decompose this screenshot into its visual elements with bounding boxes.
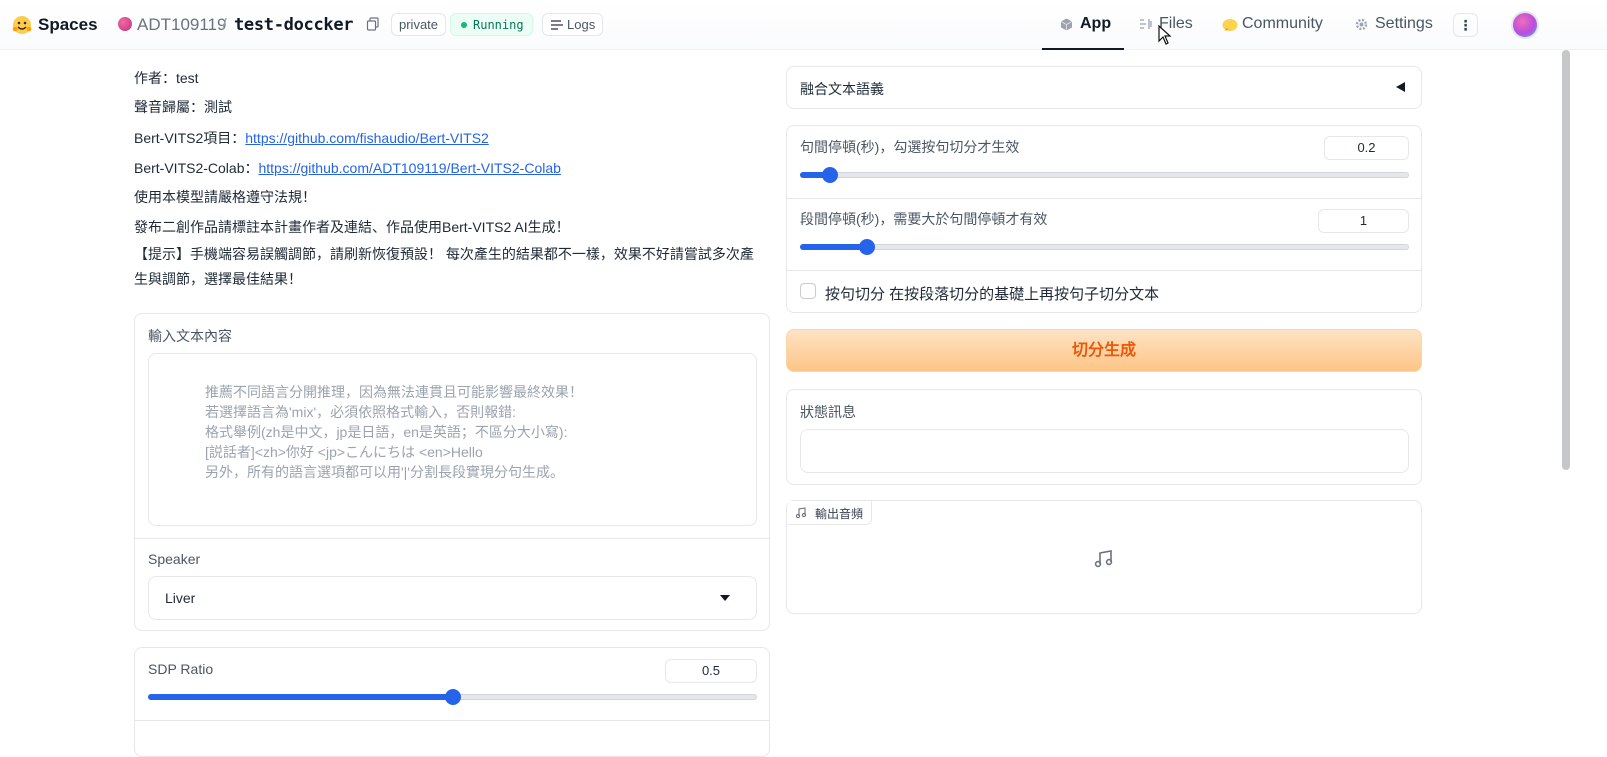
user-avatar[interactable] (1511, 11, 1539, 39)
slider-fill (148, 694, 453, 700)
divider (787, 198, 1421, 199)
audio-output-label: 輸出音頻 (788, 501, 873, 525)
sdp-ratio-label: SDP Ratio (148, 661, 214, 677)
intro-bert-line: Bert-VITS2項目：https://github.com/fishaudi… (134, 128, 489, 148)
sentence-pause-slider[interactable] (800, 167, 1409, 183)
input-text-label: 輸入文本內容 (148, 328, 232, 344)
owner-link[interactable]: ADT109119 (137, 15, 226, 35)
intro-tip: 【提示】手機端容易誤觸調節，請刷新恢復預設！ 每次產生的結果都不一樣，效果不好請… (134, 246, 754, 287)
intro-colab-line: Bert-VITS2-Colab：https://github.com/ADT1… (134, 158, 561, 178)
music-note-icon (796, 507, 806, 518)
caret-left-icon[interactable] (1396, 82, 1405, 92)
sdp-ratio-slider[interactable] (148, 689, 757, 705)
slider-track (800, 172, 1409, 178)
divider (135, 720, 769, 721)
paragraph-pause-input[interactable]: 1 (1318, 209, 1409, 233)
owner-avatar (118, 17, 132, 31)
speaker-value: Liver (165, 590, 196, 606)
slider-thumb[interactable] (444, 689, 461, 705)
gear-icon (1355, 18, 1368, 31)
slider-track (800, 244, 1409, 250)
tab-app-label: App (1080, 15, 1112, 32)
slider-thumb[interactable] (822, 167, 839, 183)
bert-prefix: Bert-VITS2項目： (134, 130, 246, 146)
tab-app[interactable]: App (1060, 15, 1112, 33)
text-input-placeholder: 推薦不同語言分開推理，因為無法連貫且可能影響最終效果！ 若選擇語言為'mix'，… (205, 384, 583, 480)
mouse-cursor-icon (1158, 25, 1172, 45)
text-input[interactable]: 推薦不同語言分開推理，因為無法連貫且可能影響最終效果！ 若選擇語言為'mix'，… (148, 353, 757, 526)
sentence-pause-input[interactable]: 0.2 (1324, 136, 1409, 160)
chevron-down-icon (720, 595, 730, 601)
status-label: 狀態訊息 (800, 404, 856, 420)
colab-prefix: Bert-VITS2-Colab： (134, 160, 259, 176)
fusion-accordion-label: 融合文本語義 (800, 81, 884, 97)
tab-community-label: Community (1242, 15, 1323, 32)
divider (787, 270, 1421, 271)
copy-icon[interactable] (366, 17, 380, 31)
intro-voice: 聲音歸屬：測試 (134, 99, 232, 115)
slider-thumb[interactable] (858, 239, 875, 255)
active-tab-indicator (1042, 48, 1124, 50)
intro-credit: 發布二創作品請標註本計畫作者及連結、作品使用Bert-VITS2 AI生成！ (134, 219, 570, 235)
speaker-label: Speaker (148, 551, 201, 567)
split-sentence-label[interactable]: 按句切分 在按段落切分的基礎上再按句子切分文本 (825, 283, 1159, 304)
page-scrollbar[interactable] (1562, 50, 1570, 470)
top-bar: Spaces ADT109119 / test-doccker private … (0, 0, 1607, 50)
path-separator: / (222, 15, 227, 34)
paragraph-pause-label: 段間停頓(秒)，需要大於句間停頓才有效 (800, 211, 1048, 227)
music-note-icon (1094, 550, 1113, 568)
status-text: Running (473, 18, 524, 32)
speaker-select[interactable]: Liver (148, 576, 757, 620)
tab-settings-label: Settings (1375, 15, 1433, 32)
community-icon (1222, 19, 1238, 31)
status-badge[interactable]: Running (450, 13, 533, 36)
sdp-panel: SDP Ratio 0.5 (134, 647, 770, 757)
logs-icon (551, 20, 563, 30)
pause-settings-panel: 句間停頓(秒)，勾選按句切分才生效 0.2 段間停頓(秒)，需要大於句間停頓才有… (786, 125, 1422, 313)
slider-fill (800, 244, 867, 250)
spaces-link[interactable]: Spaces (38, 15, 98, 35)
running-dot-icon (461, 22, 467, 28)
input-panel: 輸入文本內容 推薦不同語言分開推理，因為無法連貫且可能影響最終效果！ 若選擇語言… (134, 313, 770, 631)
paragraph-pause-slider[interactable] (800, 239, 1409, 255)
logs-button[interactable]: Logs (542, 13, 604, 36)
visibility-badge: private (391, 13, 447, 36)
fusion-accordion[interactable]: 融合文本語義 (786, 66, 1422, 109)
repo-name-link[interactable]: test-doccker (234, 15, 354, 35)
colab-link[interactable]: https://github.com/ADT109119/Bert-VITS2-… (258, 160, 560, 176)
split-generate-button[interactable]: 切分生成 (786, 329, 1422, 372)
tab-settings[interactable]: Settings (1355, 15, 1433, 33)
cube-icon (1060, 18, 1073, 31)
intro-author: 作者：test (134, 70, 199, 86)
more-options-button[interactable]: ⋮ (1453, 13, 1478, 37)
sdp-ratio-input[interactable]: 0.5 (665, 659, 757, 683)
logs-label: Logs (567, 17, 596, 32)
huggingface-logo-icon[interactable] (12, 15, 32, 35)
sentence-pause-label: 句間停頓(秒)，勾選按句切分才生效 (800, 139, 1020, 155)
tab-community[interactable]: Community (1222, 15, 1323, 33)
audio-output-text: 輸出音頻 (815, 507, 864, 521)
status-textbox[interactable] (800, 429, 1409, 473)
intro-law: 使用本模型請嚴格遵守法規！ (134, 189, 316, 205)
divider (135, 538, 769, 539)
split-sentence-checkbox[interactable] (800, 283, 816, 299)
files-icon (1140, 19, 1152, 29)
bert-vits2-link[interactable]: https://github.com/fishaudio/Bert-VITS2 (245, 130, 489, 146)
